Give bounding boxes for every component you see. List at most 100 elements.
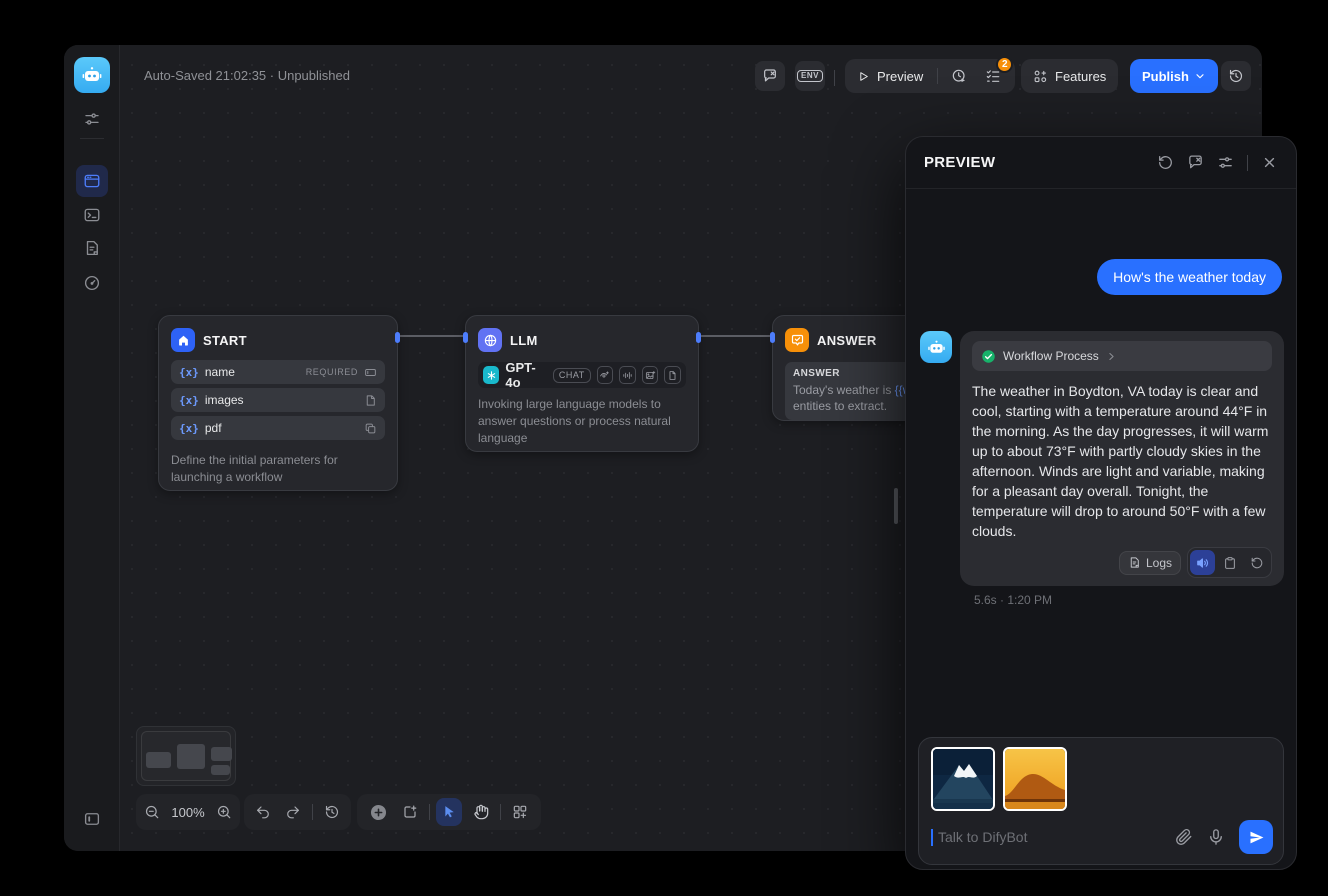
llm-model-name: GPT-4o: [505, 360, 546, 390]
monitoring-icon: [83, 274, 101, 292]
sidebar-item-logs[interactable]: [76, 232, 108, 264]
send-icon: [1248, 829, 1265, 846]
workflow-process-toggle[interactable]: Workflow Process: [972, 341, 1272, 371]
collapse-sidebar-icon: [83, 810, 101, 828]
sidebar: [64, 45, 120, 851]
run-history-icon: [951, 68, 967, 84]
preview-panel: PREVIEW How's the weather today Workflow…: [905, 136, 1297, 870]
answer-bubble-icon: [790, 333, 805, 348]
zoom-in-icon[interactable]: [216, 804, 232, 820]
robot-avatar-icon: [926, 337, 947, 358]
answer-input-handle[interactable]: [770, 332, 775, 343]
zoom-out-icon[interactable]: [144, 804, 160, 820]
canvas-scrollbar[interactable]: [894, 488, 898, 524]
annotation-bubble-icon: [762, 68, 778, 84]
start-var-row-name[interactable]: {x} name REQUIRED: [171, 360, 385, 384]
start-var-row-images[interactable]: {x} images: [171, 388, 385, 412]
sidebar-item-orchestrate[interactable]: [76, 165, 108, 197]
undo-button[interactable]: [252, 798, 274, 826]
chevron-down-icon: [1194, 70, 1206, 82]
minimap-node: [146, 752, 171, 768]
collapse-sidebar-button[interactable]: [76, 803, 108, 835]
edge-start-llm: [400, 335, 467, 337]
annotation-bubble-icon[interactable]: [1187, 154, 1204, 171]
add-note-icon: [402, 804, 418, 820]
minimap-node: [177, 744, 205, 769]
pointer-mode-button[interactable]: [436, 798, 462, 826]
add-node-button[interactable]: [365, 798, 391, 826]
add-note-button[interactable]: [397, 798, 423, 826]
image-capability: [642, 366, 659, 384]
message-ops: [1187, 547, 1272, 578]
llm-node-icon: [478, 328, 502, 352]
var-prefix: {x}: [179, 394, 199, 407]
audio-capability: [619, 366, 636, 384]
llm-input-handle[interactable]: [463, 332, 468, 343]
version-history-button[interactable]: [1221, 61, 1251, 91]
publish-label: Publish: [1142, 69, 1189, 84]
start-var-row-pdf[interactable]: {x} pdf: [171, 416, 385, 440]
answer-node-title: ANSWER: [817, 333, 877, 348]
sidebar-item-api[interactable]: [76, 199, 108, 231]
regenerate-icon: [1250, 556, 1264, 570]
app-avatar[interactable]: [74, 57, 110, 93]
sidebar-item-monitoring[interactable]: [76, 267, 108, 299]
preview-run-label: Preview: [877, 69, 923, 84]
redo-button[interactable]: [282, 798, 304, 826]
redo-icon: [285, 804, 301, 820]
change-history-button[interactable]: [321, 798, 343, 826]
hand-mode-button[interactable]: [468, 798, 494, 826]
node-llm[interactable]: LLM GPT-4o CHAT Invoking large language …: [465, 315, 699, 452]
autosave-status: Auto-Saved 21:02:35 · Unpublished: [144, 68, 350, 83]
logs-icon: [1128, 556, 1141, 569]
llm-output-handle[interactable]: [696, 332, 701, 343]
zoom-controls: 100%: [136, 794, 240, 830]
tools-divider: [429, 804, 430, 820]
change-history-icon: [324, 804, 340, 820]
send-button[interactable]: [1239, 820, 1273, 854]
attachment-thumbnail-fuji[interactable]: [931, 747, 995, 811]
llm-model-row[interactable]: GPT-4o CHAT: [478, 362, 686, 388]
node-start[interactable]: START {x} name REQUIRED {x} images {x} p…: [158, 315, 398, 491]
llm-node-description: Invoking large language models to answer…: [466, 388, 698, 459]
audio-icon: [622, 370, 633, 381]
checklist-button[interactable]: 2: [980, 63, 1006, 89]
logs-button[interactable]: Logs: [1119, 551, 1181, 575]
run-group: Preview 2: [845, 59, 1015, 93]
paperclip-icon[interactable]: [1175, 828, 1193, 846]
sliders-icon[interactable]: [1217, 154, 1234, 171]
run-history-button[interactable]: [946, 63, 972, 89]
controls-divider: [312, 804, 313, 820]
env-button[interactable]: ENV: [795, 61, 825, 91]
regenerate-button[interactable]: [1244, 550, 1269, 575]
minimap[interactable]: [136, 726, 236, 786]
bot-message-row: Workflow Process The weather in Boydton,…: [920, 331, 1284, 607]
home-icon: [176, 333, 191, 348]
chat-input[interactable]: [938, 829, 1161, 845]
preview-run-button[interactable]: Preview: [851, 69, 929, 84]
tune-icon: [83, 110, 101, 128]
logs-label: Logs: [1146, 556, 1172, 570]
features-button[interactable]: Features: [1021, 59, 1118, 93]
chevron-right-icon: [1106, 351, 1117, 362]
bot-avatar: [920, 331, 952, 363]
zoom-level[interactable]: 100%: [165, 805, 210, 820]
organize-icon: [512, 804, 528, 820]
mic-icon[interactable]: [1207, 828, 1225, 846]
workflow-process-label: Workflow Process: [1003, 349, 1099, 363]
speaker-button[interactable]: [1190, 550, 1215, 575]
start-output-handle[interactable]: [395, 332, 400, 343]
var-name: name: [205, 365, 235, 379]
attachment-thumbnail-sunset[interactable]: [1003, 747, 1067, 811]
close-icon[interactable]: [1261, 154, 1278, 171]
restart-conversation-icon[interactable]: [1157, 154, 1174, 171]
annotation-button[interactable]: [755, 61, 785, 91]
sidebar-item-tune[interactable]: [76, 103, 108, 135]
preview-header-divider: [1247, 155, 1248, 171]
vision-capability: [597, 366, 614, 384]
organize-button[interactable]: [507, 798, 533, 826]
image-icon: [645, 370, 656, 381]
openai-icon: [483, 366, 499, 384]
copy-button[interactable]: [1217, 550, 1242, 575]
publish-button[interactable]: Publish: [1130, 59, 1218, 93]
